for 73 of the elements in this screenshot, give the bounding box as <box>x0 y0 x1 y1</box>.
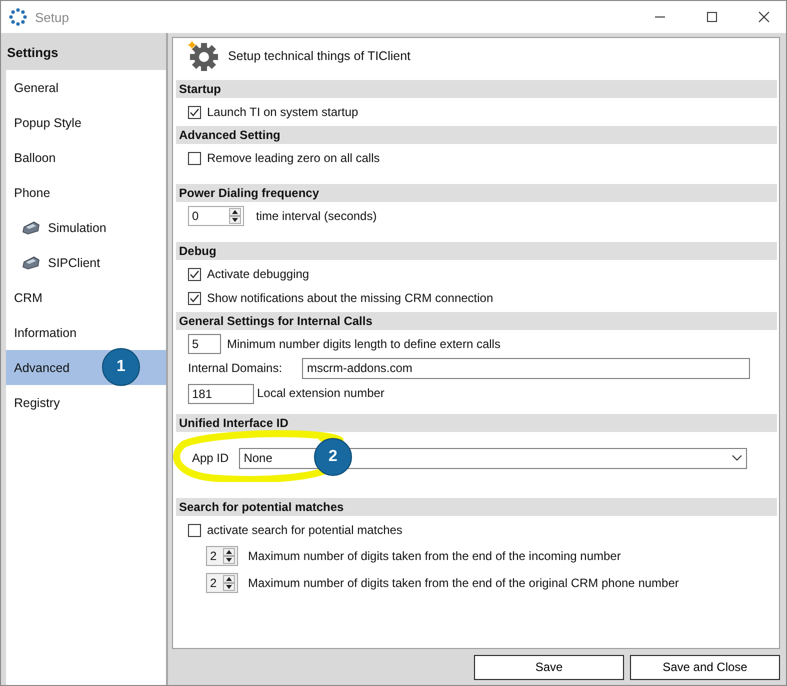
field-label: App ID <box>192 451 229 465</box>
panel-heading: Setup technical things of TIClient <box>228 49 411 63</box>
section-header: General Settings for Internal Calls <box>176 312 777 330</box>
checkbox-label: Remove leading zero on all calls <box>207 151 380 165</box>
sidebar-item-label: Advanced <box>14 360 70 374</box>
sidebar-item-label: General <box>14 80 58 94</box>
dialog-button[interactable]: Save <box>474 654 624 680</box>
telephone-icon <box>22 256 40 270</box>
window-title: Setup <box>35 10 69 24</box>
number-spinner[interactable]: 0 <box>188 206 244 226</box>
checkbox-label: Show notifications about the missing CRM connection <box>207 291 494 305</box>
sidebar-item[interactable]: Advanced 1 <box>6 350 166 385</box>
callout-badge: 1 <box>102 348 140 386</box>
sidebar-item[interactable]: Popup Style <box>6 105 166 140</box>
field-label: Internal Domains: <box>188 361 282 375</box>
sidebar-item[interactable]: Registry <box>6 385 166 420</box>
checkbox-label: activate search for potential matches <box>207 523 402 537</box>
sidebar-item-label: Information <box>14 326 77 340</box>
section-header: Search for potential matches <box>176 498 777 516</box>
sidebar-item[interactable]: CRM <box>6 280 166 315</box>
spin-down-icon[interactable] <box>223 582 235 590</box>
spin-up-icon[interactable] <box>229 208 241 216</box>
section-header: Debug <box>176 242 777 260</box>
sidebar-item-label: Popup Style <box>14 116 82 130</box>
maximize-icon[interactable] <box>706 11 718 23</box>
number-spinner[interactable]: 2 <box>206 546 238 566</box>
sidebar-item[interactable]: General <box>6 70 166 105</box>
telephone-icon <box>22 220 40 234</box>
checkbox-label: Launch TI on system startup <box>207 105 358 119</box>
spin-up-icon[interactable] <box>223 548 235 556</box>
spinner-value: 2 <box>210 548 217 562</box>
input-field[interactable]: mscrm-addons.com <box>302 358 750 378</box>
sidebar-item-label: Registry <box>14 396 60 410</box>
sidebar-item-label: CRM <box>14 290 42 304</box>
checkbox[interactable] <box>188 152 201 164</box>
checkbox[interactable] <box>188 524 201 536</box>
sidebar-item-label: SIPClient <box>48 256 100 270</box>
field-caption: time interval (seconds) <box>256 209 377 223</box>
checkbox-label: Activate debugging <box>207 267 310 281</box>
field-caption: Maximum number of digits taken from the end of the incoming number <box>248 548 621 562</box>
field-caption: Maximum number of digits taken from the end of the original CRM phone number <box>248 576 679 590</box>
input-field[interactable]: 5 <box>188 334 221 354</box>
sidebar-item[interactable]: Phone <box>6 175 166 210</box>
number-spinner[interactable]: 2 <box>206 572 238 592</box>
section-header: Power Dialing frequency <box>176 184 777 202</box>
checkbox[interactable] <box>188 106 201 118</box>
checkbox[interactable] <box>188 292 201 304</box>
close-icon[interactable] <box>758 11 770 23</box>
gear-icon <box>186 40 220 72</box>
section-header: Startup <box>176 80 777 98</box>
section-header: Unified Interface ID <box>176 414 777 432</box>
sidebar-item-label: Simulation <box>48 220 106 234</box>
field-caption: Local extension number <box>257 386 384 400</box>
sidebar-title: Settings <box>6 44 60 62</box>
app-logo-icon <box>9 8 27 26</box>
field-caption: Minimum number digits length to define extern calls <box>227 337 500 351</box>
sidebar-item-label: Balloon <box>14 150 56 164</box>
sidebar-item[interactable]: Simulation <box>6 210 166 245</box>
sidebar-item[interactable]: Balloon <box>6 140 166 175</box>
chevron-down-icon <box>732 455 742 461</box>
sidebar-item[interactable]: SIPClient <box>6 245 166 280</box>
spin-up-icon[interactable] <box>223 574 235 582</box>
checkbox[interactable] <box>188 268 201 280</box>
spin-down-icon[interactable] <box>229 216 241 224</box>
spinner-value: 2 <box>210 576 217 590</box>
spin-down-icon[interactable] <box>223 556 235 564</box>
sidebar-item-label: Phone <box>14 186 50 200</box>
callout-badge: 2 <box>314 438 352 476</box>
section-header: Advanced Setting <box>176 126 777 144</box>
spinner-value: 0 <box>192 209 199 223</box>
dialog-button[interactable]: Save and Close <box>630 654 780 680</box>
sidebar-item[interactable]: Information <box>6 315 166 350</box>
input-field[interactable]: 181 <box>188 384 254 404</box>
